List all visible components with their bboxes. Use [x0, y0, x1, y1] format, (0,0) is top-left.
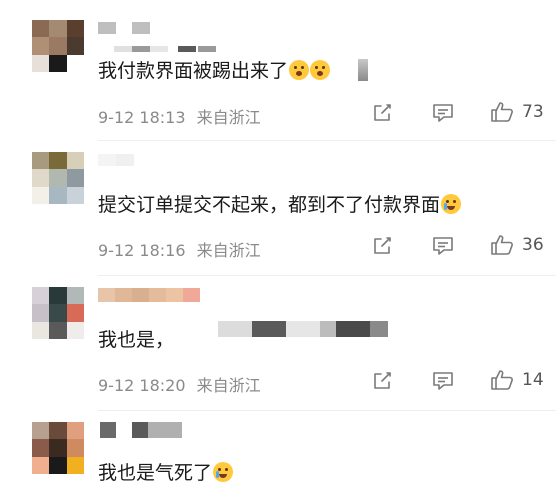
comment-icon [433, 237, 453, 255]
crying-emoji-icon [213, 462, 234, 482]
avatar-pixel [66, 54, 84, 72]
comment-meta: 9-12 18:20 来自浙江 [98, 372, 267, 396]
comment-meta: 9-12 18:13 来自浙江 [98, 104, 267, 128]
thumbs-up-icon [491, 235, 513, 255]
avatar[interactable] [32, 152, 84, 204]
avatar-pixel [32, 37, 50, 55]
share-button[interactable] [372, 236, 392, 256]
scream-emoji-icon [289, 60, 310, 80]
like-button[interactable]: 14 [490, 369, 544, 391]
crying-emoji-icon [441, 194, 462, 214]
like-button[interactable]: 73 [490, 101, 544, 123]
avatar-pixel [49, 422, 67, 440]
avatar-pixel [32, 321, 50, 339]
avatar-pixel [49, 456, 67, 474]
avatar-pixel [32, 304, 50, 322]
comment-time: 9-12 18:20 [98, 376, 186, 395]
like-count: 14 [522, 370, 544, 390]
avatar[interactable] [32, 287, 84, 339]
share-icon [374, 104, 391, 121]
avatar[interactable] [32, 20, 84, 72]
comment-body: 提交订单提交不起来，都到不了付款界面 [98, 194, 441, 216]
blurred-mention [358, 59, 369, 81]
avatar-pixel [49, 37, 67, 55]
comment-meta: 9-12 18:16 来自浙江 [98, 237, 267, 261]
comment-text: 我也是气死了 [98, 460, 234, 486]
avatar-pixel [49, 439, 67, 457]
avatar-pixel [32, 422, 50, 440]
thumbs-up-icon [491, 102, 513, 122]
comment-location: 来自浙江 [196, 376, 261, 395]
comment-button[interactable] [432, 371, 454, 391]
avatar-pixel [32, 152, 50, 170]
comment-time: 9-12 18:16 [98, 241, 186, 260]
share-button[interactable] [372, 371, 392, 391]
comment-icon [433, 372, 453, 390]
avatar-pixel [66, 287, 84, 305]
like-count: 73 [522, 102, 544, 122]
avatar-pixel [32, 186, 50, 204]
comment-item: 我也是， 9-12 18:20 来自浙江 14 [0, 275, 556, 410]
thumbs-up-icon [491, 370, 513, 390]
avatar-pixel [66, 152, 84, 170]
avatar-pixel [49, 169, 67, 187]
avatar-pixel [32, 169, 50, 187]
avatar-pixel [49, 287, 67, 305]
avatar-pixel [66, 186, 84, 204]
comment-text: 提交订单提交不起来，都到不了付款界面 [98, 192, 462, 218]
avatar-pixel [49, 321, 67, 339]
avatar-pixel [32, 287, 50, 305]
share-icon [374, 372, 391, 389]
comment-icon [433, 104, 453, 122]
comment-item: 我付款界面被踢出来了 9-12 18:13 来自浙江 73 [0, 0, 556, 140]
avatar[interactable] [32, 422, 84, 474]
avatar-pixel [32, 54, 50, 72]
share-button[interactable] [372, 103, 392, 123]
like-count: 36 [522, 235, 544, 255]
comment-body: 我也是气死了 [98, 462, 213, 484]
avatar-pixel [66, 169, 84, 187]
avatar-pixel [66, 20, 84, 38]
avatar-pixel [66, 456, 84, 474]
avatar-pixel [49, 304, 67, 322]
share-icon [374, 237, 391, 254]
avatar-pixel [49, 186, 67, 204]
avatar-pixel [66, 439, 84, 457]
avatar-pixel [66, 37, 84, 55]
comment-body: 我也是， [98, 329, 175, 351]
comment-text: 我也是， [98, 327, 174, 353]
avatar-pixel [49, 54, 67, 72]
comment-text: 我付款界面被踢出来了 [98, 58, 369, 84]
comment-item: 提交订单提交不起来，都到不了付款界面 9-12 18:16 来自浙江 36 [0, 140, 556, 275]
comment-time: 9-12 18:13 [98, 108, 186, 127]
avatar-pixel [32, 20, 50, 38]
like-button[interactable]: 36 [490, 234, 544, 256]
avatar-pixel [32, 456, 50, 474]
comment-location: 来自浙江 [196, 108, 261, 127]
comment-location: 来自浙江 [196, 241, 261, 260]
avatar-pixel [49, 152, 67, 170]
comment-item: 我也是气死了 [0, 410, 556, 503]
avatar-pixel [66, 321, 84, 339]
comment-body: 我付款界面被踢出来了 [98, 60, 289, 82]
avatar-pixel [66, 422, 84, 440]
comment-button[interactable] [432, 236, 454, 256]
comment-button[interactable] [432, 103, 454, 123]
avatar-pixel [32, 439, 50, 457]
scream-emoji-icon [310, 60, 331, 80]
avatar-pixel [66, 304, 84, 322]
avatar-pixel [49, 20, 67, 38]
